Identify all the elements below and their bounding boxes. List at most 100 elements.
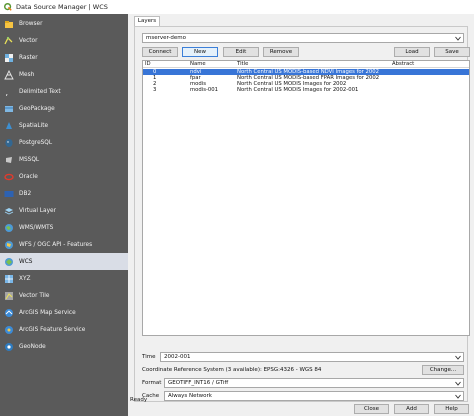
save-connections-button[interactable]: Save: [434, 47, 470, 57]
spatialite-icon: [4, 121, 14, 131]
sidebar-item-label: PostgreSQL: [19, 139, 53, 146]
cache-select[interactable]: Always Network: [164, 391, 464, 401]
tab-layers[interactable]: Layers: [134, 16, 160, 26]
sidebar-item-raster[interactable]: Raster: [0, 49, 128, 66]
connect-button[interactable]: Connect: [142, 47, 178, 57]
xyz-icon: [4, 274, 14, 284]
sidebar-item-wfs-ogc-api[interactable]: WFS / OGC API - Features: [0, 236, 128, 253]
format-label: Format: [142, 380, 162, 386]
vector-tile-icon: [4, 291, 14, 301]
time-select-value: 2002-001: [164, 354, 191, 360]
sidebar-item-browser[interactable]: Browser: [0, 15, 128, 32]
mssql-icon: [4, 155, 14, 165]
sidebar-item-xyz[interactable]: XYZ: [0, 270, 128, 287]
connection-select[interactable]: mserver-demo: [142, 33, 464, 43]
wcs-icon: [4, 257, 14, 267]
remove-connection-button[interactable]: Remove: [263, 47, 299, 57]
sidebar-item-db2[interactable]: DB2: [0, 185, 128, 202]
raster-icon: [4, 53, 14, 63]
table-row[interactable]: 3 modis-001 North Central US MODIS Image…: [143, 87, 469, 93]
sidebar-item-spatialite[interactable]: SpatiaLite: [0, 117, 128, 134]
chevron-down-icon: [455, 394, 461, 399]
edit-connection-button[interactable]: Edit: [223, 47, 259, 57]
connection-select-value: mserver-demo: [146, 35, 186, 41]
chevron-down-icon: [455, 36, 461, 41]
sidebar-item-virtual-layer[interactable]: Virtual Layer: [0, 202, 128, 219]
table-header: ID Name Title Abstract: [143, 61, 469, 68]
load-connections-button[interactable]: Load: [394, 47, 430, 57]
postgresql-icon: [4, 138, 14, 148]
crs-label: Coordinate Reference System (3 available…: [142, 367, 322, 373]
sidebar-item-postgresql[interactable]: PostgreSQL: [0, 134, 128, 151]
window-title: Data Source Manager | WCS: [16, 3, 108, 11]
sidebar-item-oracle[interactable]: Oracle: [0, 168, 128, 185]
db2-icon: [4, 189, 14, 199]
geonode-icon: [4, 342, 14, 352]
cache-select-value: Always Network: [168, 393, 212, 399]
time-select[interactable]: 2002-001: [160, 352, 464, 362]
sidebar-item-label: WCS: [19, 258, 33, 265]
sidebar-item-label: GeoNode: [19, 343, 46, 350]
sidebar-item-label: Virtual Layer: [19, 207, 56, 214]
close-button[interactable]: Close: [354, 404, 389, 414]
sidebar-item-mesh[interactable]: Mesh: [0, 66, 128, 83]
sidebar-item-label: Mesh: [19, 71, 35, 78]
source-type-sidebar: Browser Vector Raster Mesh , Delimited T…: [0, 14, 128, 416]
column-header-abstract[interactable]: Abstract: [391, 61, 414, 68]
sidebar-item-label: XYZ: [19, 275, 31, 282]
qgis-logo-icon: [4, 3, 12, 11]
sidebar-item-arcgis-feature-service[interactable]: ArcGIS Feature Service: [0, 321, 128, 338]
time-label: Time: [142, 354, 156, 360]
svg-text:,: ,: [6, 88, 9, 97]
sidebar-item-label: SpatiaLite: [19, 122, 49, 129]
sidebar-item-wms-wmts[interactable]: WMS/WMTS: [0, 219, 128, 236]
column-header-name[interactable]: Name: [189, 61, 206, 68]
sidebar-item-label: MSSQL: [19, 156, 40, 163]
sidebar-item-label: DB2: [19, 190, 32, 197]
wfs-icon: [4, 240, 14, 250]
oracle-icon: [4, 172, 14, 182]
arcgis-feature-icon: [4, 325, 14, 335]
sidebar-item-geonode[interactable]: GeoNode: [0, 338, 128, 355]
sidebar-item-arcgis-map-service[interactable]: ArcGIS Map Service: [0, 304, 128, 321]
sidebar-item-geopackage[interactable]: GeoPackage: [0, 100, 128, 117]
mesh-icon: [4, 69, 14, 80]
status-text: Ready: [130, 397, 148, 403]
sidebar-item-label: WFS / OGC API - Features: [19, 241, 93, 248]
arcgis-map-icon: [4, 308, 14, 318]
sidebar-item-mssql[interactable]: MSSQL: [0, 151, 128, 168]
virtual-layer-icon: [4, 206, 14, 216]
sidebar-item-wcs[interactable]: WCS: [0, 253, 128, 270]
sidebar-item-label: Vector Tile: [19, 292, 50, 299]
vector-icon: [4, 36, 14, 46]
sidebar-item-delimited-text[interactable]: , Delimited Text: [0, 83, 128, 100]
sidebar-item-label: WMS/WMTS: [19, 224, 54, 231]
window-titlebar: Data Source Manager | WCS: [0, 0, 474, 14]
column-header-title[interactable]: Title: [236, 61, 248, 68]
sidebar-item-label: ArcGIS Map Service: [19, 309, 76, 316]
row-name: modis-001: [190, 87, 219, 93]
layers-tab-pane: mserver-demo Connect New Edit Remove Loa…: [134, 26, 470, 402]
chevron-down-icon: [455, 355, 461, 360]
row-title: North Central US MODIS Images for 2002-0…: [237, 87, 359, 93]
sidebar-item-label: Browser: [19, 20, 43, 27]
sidebar-item-label: ArcGIS Feature Service: [19, 326, 86, 333]
chevron-down-icon: [455, 381, 461, 386]
delimited-text-icon: ,: [4, 87, 14, 97]
main-panel: Layers mserver-demo Connect New Edit Rem…: [128, 14, 474, 416]
layers-table[interactable]: ID Name Title Abstract 0 ndvi North Cent…: [142, 60, 470, 336]
geopackage-icon: [4, 104, 14, 114]
column-header-id[interactable]: ID: [144, 61, 151, 68]
format-select[interactable]: GEOTIFF_INT16 / GTiff: [164, 378, 464, 388]
sidebar-item-vector-tile[interactable]: Vector Tile: [0, 287, 128, 304]
add-button[interactable]: Add: [394, 404, 429, 414]
change-crs-button[interactable]: Change...: [422, 365, 464, 375]
sidebar-item-label: Raster: [19, 54, 38, 61]
help-button[interactable]: Help: [434, 404, 469, 414]
sidebar-item-label: Delimited Text: [19, 88, 61, 95]
new-connection-button[interactable]: New: [182, 47, 218, 57]
status-bar: Ready Close Add Help: [128, 397, 474, 416]
sidebar-item-vector[interactable]: Vector: [0, 32, 128, 49]
sidebar-item-label: GeoPackage: [19, 105, 55, 112]
format-select-value: GEOTIFF_INT16 / GTiff: [168, 380, 229, 386]
